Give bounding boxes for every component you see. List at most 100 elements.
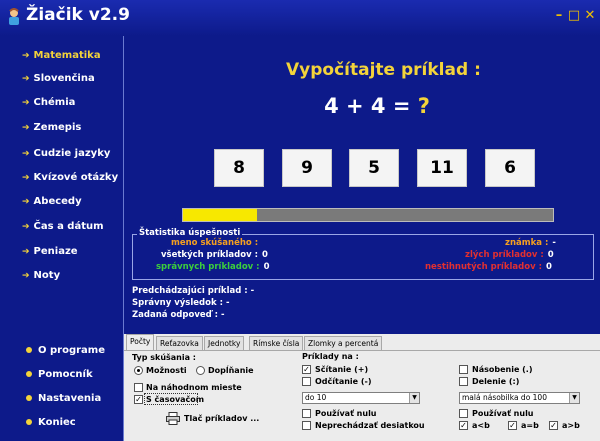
sidebar-item-label: Matematika xyxy=(33,50,101,61)
answer-button[interactable]: 11 xyxy=(417,149,467,187)
range-select[interactable]: do 10 ▼ xyxy=(302,392,420,404)
stat-wrong-value: 0 xyxy=(547,250,554,260)
test-type-label: Typ skúšania : xyxy=(132,353,196,362)
multiplication-select-value: malá násobilka do 100 xyxy=(462,393,547,402)
timer-checkbox[interactable]: ✓ xyxy=(134,395,143,404)
multiplication-select[interactable]: malá násobilka do 100 ▼ xyxy=(459,392,580,404)
given-answer: Zadaná odpoveď : - xyxy=(132,310,225,320)
fill-label: Dopĺňanie xyxy=(208,366,254,375)
cmp-equal-checkbox[interactable]: ✓ xyxy=(508,421,517,430)
timer-label: S časovačom xyxy=(146,395,205,404)
arrow-right-icon: ➔ xyxy=(22,123,30,133)
tab-zlomky-a-percenta[interactable]: Zlomky a percentá xyxy=(304,336,383,350)
multiplication-checkbox[interactable] xyxy=(459,365,468,374)
sidebar-item-slovencina[interactable]: ➔ Slovenčina xyxy=(22,73,95,84)
random-label: Na náhodnom mieste xyxy=(146,383,242,392)
sidebar-item-peniaze[interactable]: ➔ Peniaze xyxy=(22,246,78,257)
bullet-icon xyxy=(26,347,32,353)
sidebar-item-abecedy[interactable]: ➔ Abecedy xyxy=(22,196,82,207)
printer-icon[interactable] xyxy=(166,412,180,425)
range-select-value: do 10 xyxy=(305,393,327,402)
minimize-button[interactable]: – xyxy=(552,9,566,23)
answer-button[interactable]: 6 xyxy=(485,149,535,187)
stat-total: všetkých príkladov : 0 xyxy=(161,250,268,260)
sidebar-item-nastavenia[interactable]: Nastavenia xyxy=(26,393,101,404)
use-zero-checkbox[interactable] xyxy=(302,409,311,418)
use-zero-right-label: Používať nulu xyxy=(472,409,534,418)
sidebar-item-label: Pomocník xyxy=(38,369,93,380)
arrow-right-icon: ➔ xyxy=(22,51,30,61)
sidebar-item-koniec[interactable]: Koniec xyxy=(26,417,76,428)
division-checkbox[interactable] xyxy=(459,377,468,386)
stat-total-value: 0 xyxy=(262,250,268,260)
sidebar-item-o-programe[interactable]: O programe xyxy=(26,345,105,356)
sidebar-item-chemia[interactable]: ➔ Chémia xyxy=(22,97,75,108)
sidebar-item-zemepis[interactable]: ➔ Zemepis xyxy=(22,122,81,133)
stat-total-label: všetkých príkladov : xyxy=(161,250,258,260)
arrow-right-icon: ➔ xyxy=(22,149,30,159)
time-progress-bar xyxy=(182,208,554,222)
settings-panel: Počty Reťazovka Jednotky Rímske čísla Zl… xyxy=(124,334,600,441)
use-zero-right-checkbox[interactable] xyxy=(459,409,468,418)
exercise-panel: Vypočítajte príklad : 4 + 4 = ? 8 9 5 11… xyxy=(124,36,600,334)
close-button[interactable]: ✕ xyxy=(583,9,597,23)
app-title: Žiačik v2.9 xyxy=(26,5,130,25)
addition-label: Sčítanie (+) xyxy=(315,365,369,374)
options-radio[interactable] xyxy=(134,366,143,375)
stat-unsolved-value: 0 xyxy=(545,262,552,272)
fill-radio[interactable] xyxy=(196,366,205,375)
cmp-less-label: a<b xyxy=(472,421,490,430)
sidebar-item-pomocnik[interactable]: Pomocník xyxy=(26,369,93,380)
no-tens-label: Neprechádzať desiatkou xyxy=(315,421,425,430)
stat-name: meno skúšaného : xyxy=(171,238,262,248)
equation-text: 4 + 4 = xyxy=(324,94,411,118)
arrow-right-icon: ➔ xyxy=(22,173,30,183)
sidebar-item-label: Peniaze xyxy=(33,246,78,257)
stat-correct: správnych príkladov :0 xyxy=(156,262,270,272)
stat-grade-value: - xyxy=(552,238,556,248)
tab-divider xyxy=(124,350,600,351)
progress-fill xyxy=(183,209,257,221)
tab-pocty[interactable]: Počty xyxy=(126,334,155,350)
cmp-equal-label: a=b xyxy=(521,421,539,430)
maximize-button[interactable]: □ xyxy=(567,9,581,23)
bullet-icon xyxy=(26,419,32,425)
sidebar-item-label: Chémia xyxy=(33,97,76,108)
arrow-right-icon: ➔ xyxy=(22,271,30,281)
sidebar-item-kvizove-otazky[interactable]: ➔ Kvízové otázky xyxy=(22,172,118,183)
sidebar-item-cudzie-jazyky[interactable]: ➔ Cudzie jazyky xyxy=(22,148,110,159)
multiplication-label: Násobenie (.) xyxy=(472,365,533,374)
subtraction-checkbox[interactable] xyxy=(302,377,311,386)
sidebar-item-matematika[interactable]: ➔ Matematika xyxy=(22,50,101,61)
tab-retazovka[interactable]: Reťazovka xyxy=(156,336,203,350)
no-tens-checkbox[interactable] xyxy=(302,421,311,430)
equation: 4 + 4 = ? xyxy=(124,94,600,118)
stat-grade: známka :- xyxy=(505,238,556,248)
arrow-right-icon: ➔ xyxy=(22,197,30,207)
tab-jednotky[interactable]: Jednotky xyxy=(204,336,245,350)
cmp-greater-label: a>b xyxy=(562,421,580,430)
arrow-right-icon: ➔ xyxy=(22,247,30,257)
arrow-right-icon: ➔ xyxy=(22,98,30,108)
sidebar-item-cas-a-datum[interactable]: ➔ Čas a dátum xyxy=(22,221,104,232)
stat-name-label: meno skúšaného : xyxy=(171,238,259,248)
addition-checkbox[interactable]: ✓ xyxy=(302,365,311,374)
sidebar-item-label: Abecedy xyxy=(33,196,82,207)
cmp-greater-checkbox[interactable]: ✓ xyxy=(549,421,558,430)
cmp-less-checkbox[interactable]: ✓ xyxy=(459,421,468,430)
answer-button[interactable]: 5 xyxy=(349,149,399,187)
tab-rimske-cisla[interactable]: Rímske čísla xyxy=(249,336,304,350)
stat-grade-label: známka : xyxy=(505,238,549,248)
random-checkbox[interactable] xyxy=(134,383,143,392)
stat-wrong: zlých príkladov :0 xyxy=(465,250,554,260)
sidebar-item-label: O programe xyxy=(38,345,105,356)
sidebar-item-noty[interactable]: ➔ Noty xyxy=(22,270,60,281)
use-zero-label: Používať nulu xyxy=(315,409,377,418)
stat-correct-value: 0 xyxy=(263,262,270,272)
sidebar-item-label: Nastavenia xyxy=(38,393,102,404)
sidebar-item-label: Slovenčina xyxy=(33,73,95,84)
print-label[interactable]: Tlač príkladov ... xyxy=(184,414,259,423)
answer-button[interactable]: 9 xyxy=(282,149,332,187)
arrow-right-icon: ➔ xyxy=(22,222,30,232)
answer-button[interactable]: 8 xyxy=(214,149,264,187)
